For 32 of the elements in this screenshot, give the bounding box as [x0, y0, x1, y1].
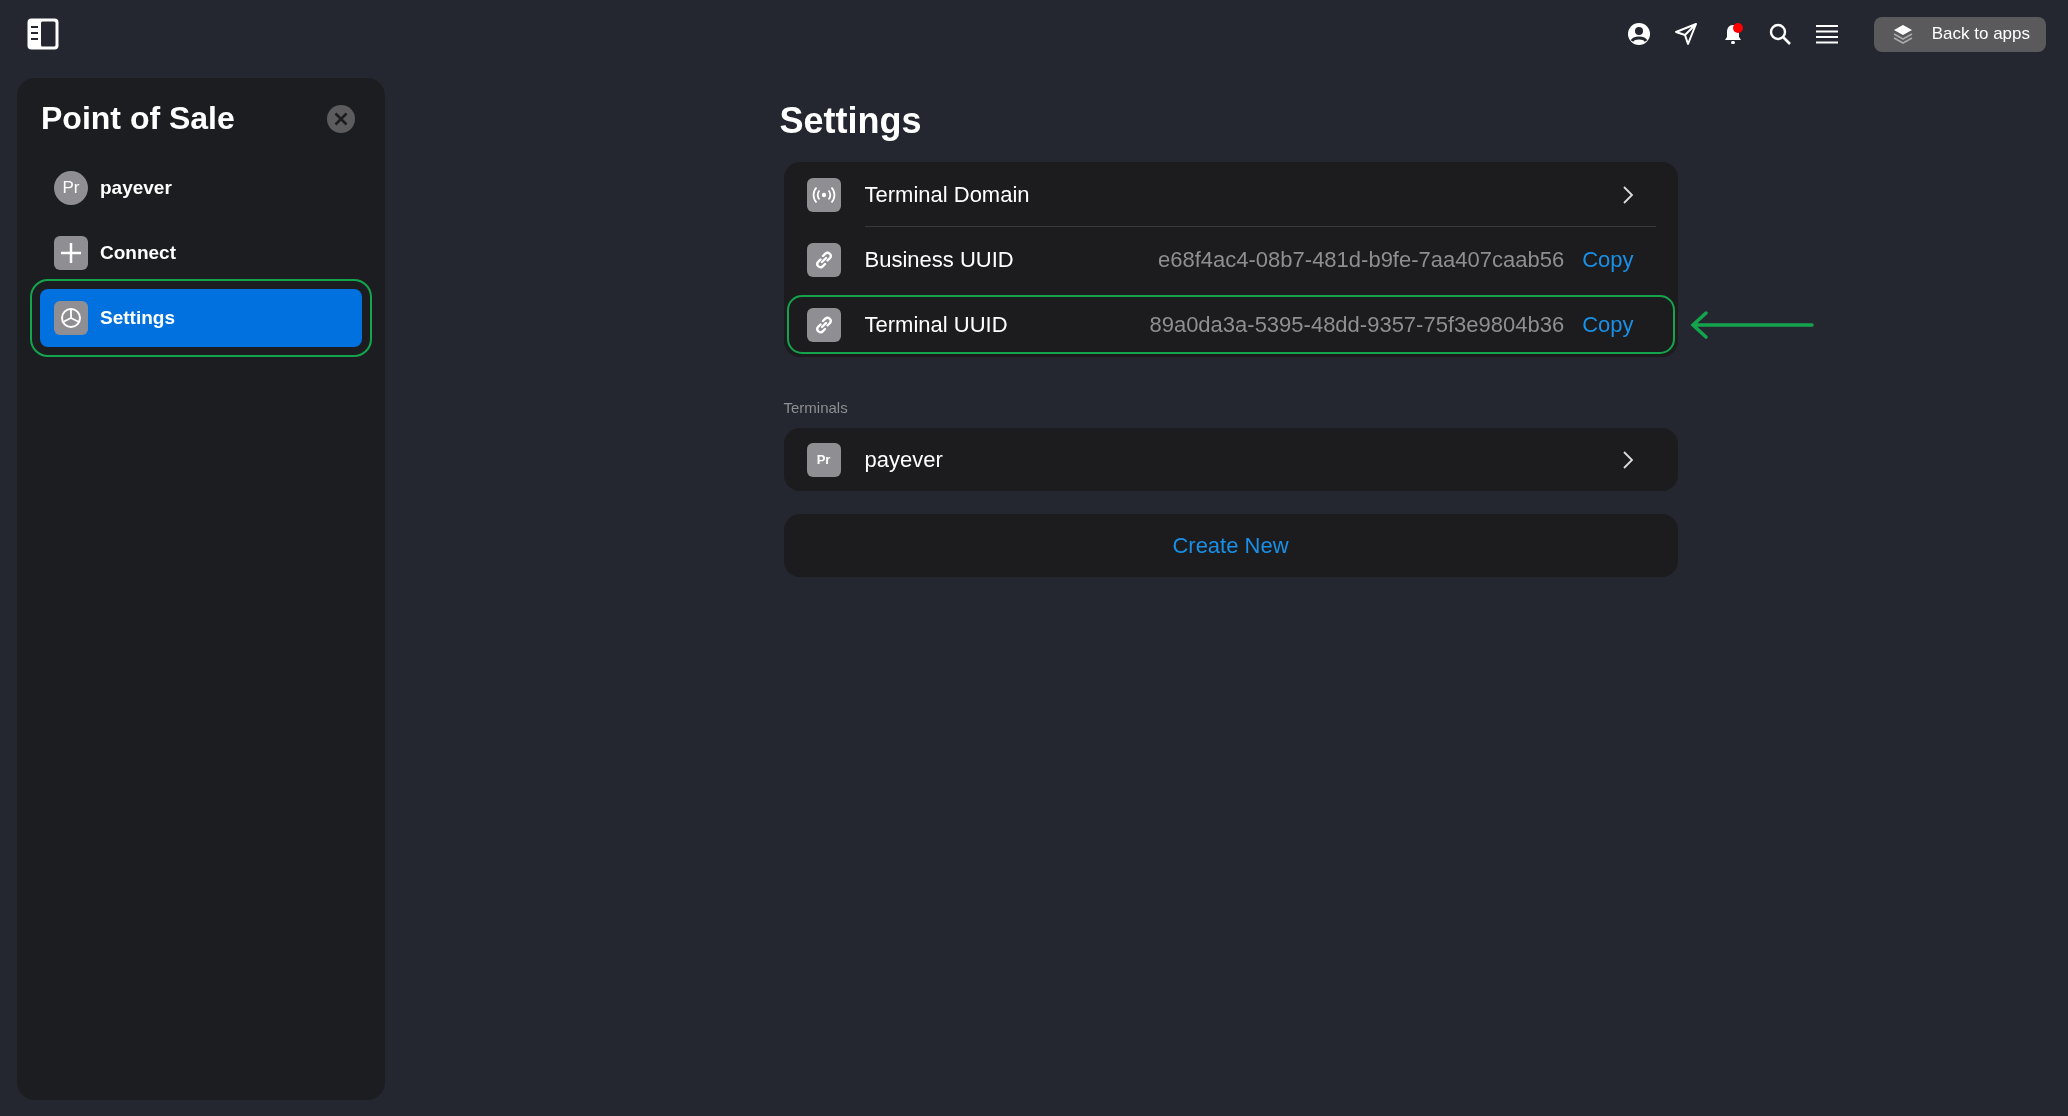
chevron-right-icon	[1621, 449, 1634, 470]
row-label: Terminal UUID	[864, 311, 1008, 338]
sidebar-item[interactable]: Pr payever	[40, 159, 362, 217]
sidebar-item[interactable]: Connect	[40, 224, 362, 282]
section-label: Terminals	[783, 399, 849, 416]
back-to-apps-button[interactable]: Back to apps	[1873, 16, 2046, 52]
row-label: Business UUID	[864, 246, 1014, 273]
close-icon[interactable]	[326, 103, 356, 134]
broadcast-icon	[806, 177, 841, 212]
profile-icon[interactable]	[1626, 22, 1651, 46]
avatar-badge: Pr	[54, 171, 88, 205]
sidebar-item[interactable]: Settings	[40, 289, 362, 347]
send-icon[interactable]	[1673, 22, 1698, 46]
uuid-value: e68f4ac4-08b7-481d-b9fe-7aa407caab56	[1158, 246, 1565, 273]
plus-icon	[54, 236, 88, 270]
search-icon[interactable]	[1767, 22, 1792, 46]
uuid-value: 89a0da3a-5395-48dd-9357-75f3e9804b36	[1149, 311, 1565, 338]
app-title: Point of Sale	[41, 100, 235, 137]
create-new-button[interactable]: Create New	[783, 514, 1678, 577]
layers-icon	[1891, 23, 1914, 45]
sidebar-toggle-icon[interactable]	[26, 17, 60, 51]
link-icon	[806, 307, 841, 342]
avatar-badge: Pr	[806, 442, 841, 477]
menu-icon[interactable]	[1814, 22, 1839, 46]
copy-link[interactable]: Copy	[1582, 311, 1634, 338]
row-label: Terminal Domain	[864, 181, 1030, 208]
chevron-right-icon	[1621, 184, 1634, 205]
link-icon	[806, 242, 841, 277]
copy-link[interactable]: Copy	[1582, 246, 1634, 273]
settings-icon	[54, 301, 88, 335]
page-title: Settings	[779, 100, 923, 142]
terminal-row[interactable]: Pr payever	[783, 428, 1678, 491]
